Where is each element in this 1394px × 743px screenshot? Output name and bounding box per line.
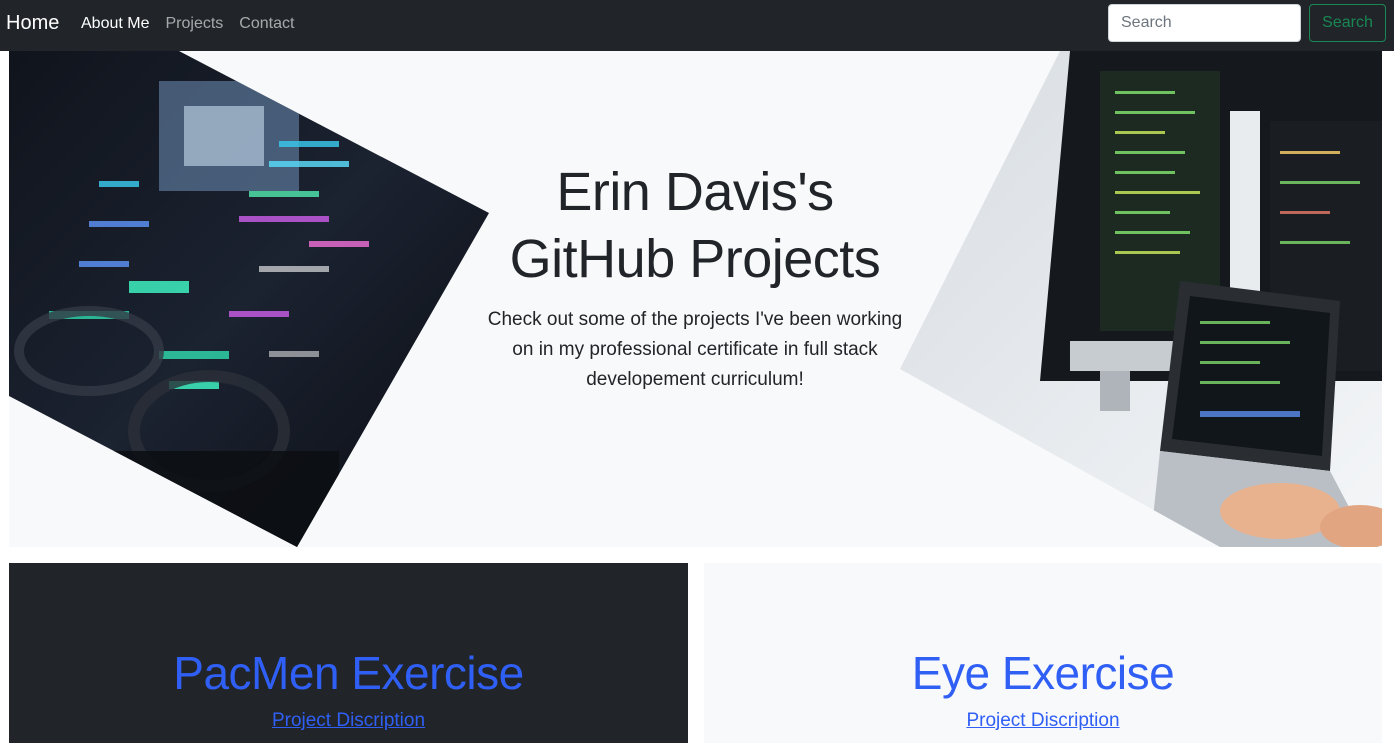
hero-subtitle: Check out some of the projects I've been… <box>475 305 915 395</box>
hero-title-line-2: GitHub Projects <box>509 229 881 289</box>
hero-banner: Erin Davis's GitHub Projects Check out s… <box>9 51 1382 547</box>
project-card-pacmen: PacMen Exercise Project Discription <box>9 563 688 743</box>
hero-subtitle-line-1: Check out some of the projects I've been… <box>487 309 903 330</box>
nav-links: About Me Projects Contact <box>81 13 294 35</box>
hero-subtitle-line-3: developement curriculum! <box>586 369 804 390</box>
developer-laptop-photo <box>900 51 1382 547</box>
search-input[interactable] <box>1108 4 1301 42</box>
hero-title: Erin Davis's GitHub Projects <box>475 159 915 293</box>
project-description-link[interactable]: Project Discription <box>704 709 1382 733</box>
home-link[interactable]: Home <box>6 10 59 36</box>
search-button[interactable]: Search <box>1309 4 1386 42</box>
project-card-eye: Eye Exercise Project Discription <box>704 563 1382 743</box>
project-title-link[interactable]: PacMen Exercise <box>9 645 688 701</box>
hero-text: Erin Davis's GitHub Projects Check out s… <box>475 159 915 395</box>
nav-link-projects[interactable]: Projects <box>165 13 223 35</box>
code-monitor-photo <box>9 51 489 547</box>
project-title-link[interactable]: Eye Exercise <box>704 645 1382 701</box>
hero-subtitle-line-2: on in my professional certificate in ful… <box>512 339 878 360</box>
project-description-link[interactable]: Project Discription <box>9 709 688 733</box>
navbar: Home About Me Projects Contact Search <box>0 0 1394 51</box>
hero-title-line-1: Erin Davis's <box>556 162 834 222</box>
nav-link-contact[interactable]: Contact <box>239 13 294 35</box>
nav-link-about-me[interactable]: About Me <box>81 13 149 35</box>
